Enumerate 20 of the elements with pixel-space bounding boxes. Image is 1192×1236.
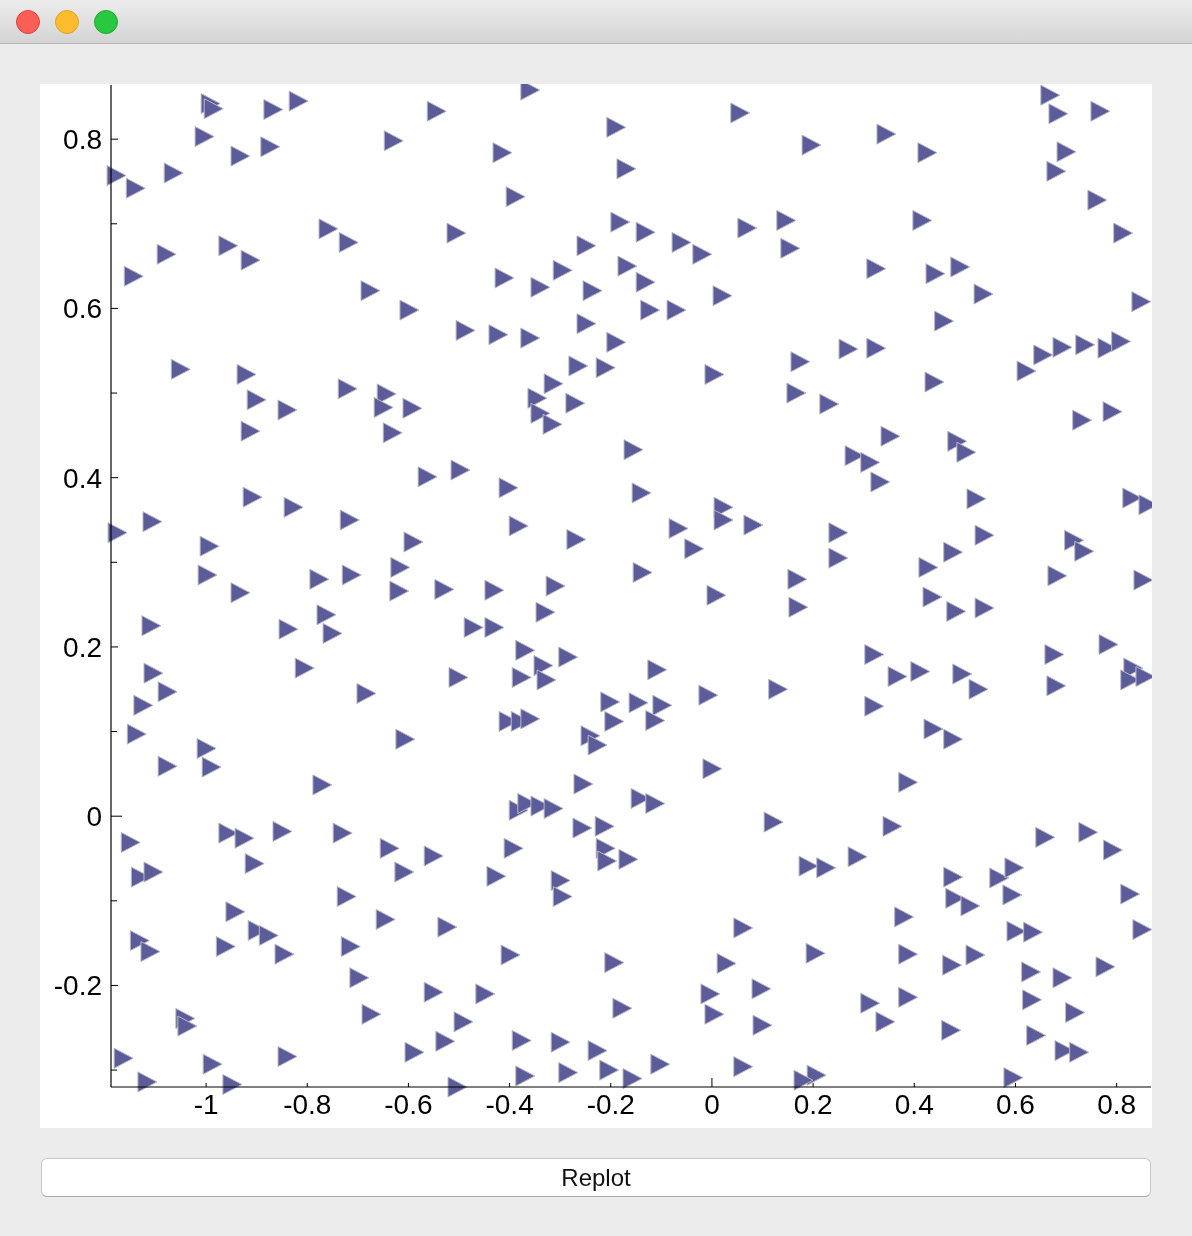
tick-label: -0.2 [53, 970, 102, 1002]
tick-label: -0.6 [384, 1089, 433, 1120]
tick-label: 0.4 [63, 462, 102, 494]
close-button[interactable] [16, 9, 40, 34]
tick-label: 0.8 [1097, 1089, 1137, 1120]
tick-label: -0.2 [586, 1089, 635, 1120]
tick-label: -1 [193, 1089, 219, 1120]
tick-label: 0.6 [63, 293, 102, 325]
replot-button[interactable]: Replot [41, 1158, 1151, 1197]
tick-label: 0.2 [793, 1089, 833, 1120]
zoom-button[interactable] [94, 9, 118, 34]
tick-label: 0 [86, 801, 102, 833]
tick-label: 0 [704, 1089, 720, 1120]
tick-label: -0.4 [485, 1089, 534, 1120]
tick-label: 0.6 [995, 1089, 1035, 1120]
tick-label: -0.8 [283, 1089, 332, 1120]
tick-label: 0.4 [894, 1089, 934, 1120]
tick-label: 0.2 [63, 631, 102, 663]
minimize-button[interactable] [55, 9, 79, 34]
tick-label: 0.8 [63, 124, 102, 156]
